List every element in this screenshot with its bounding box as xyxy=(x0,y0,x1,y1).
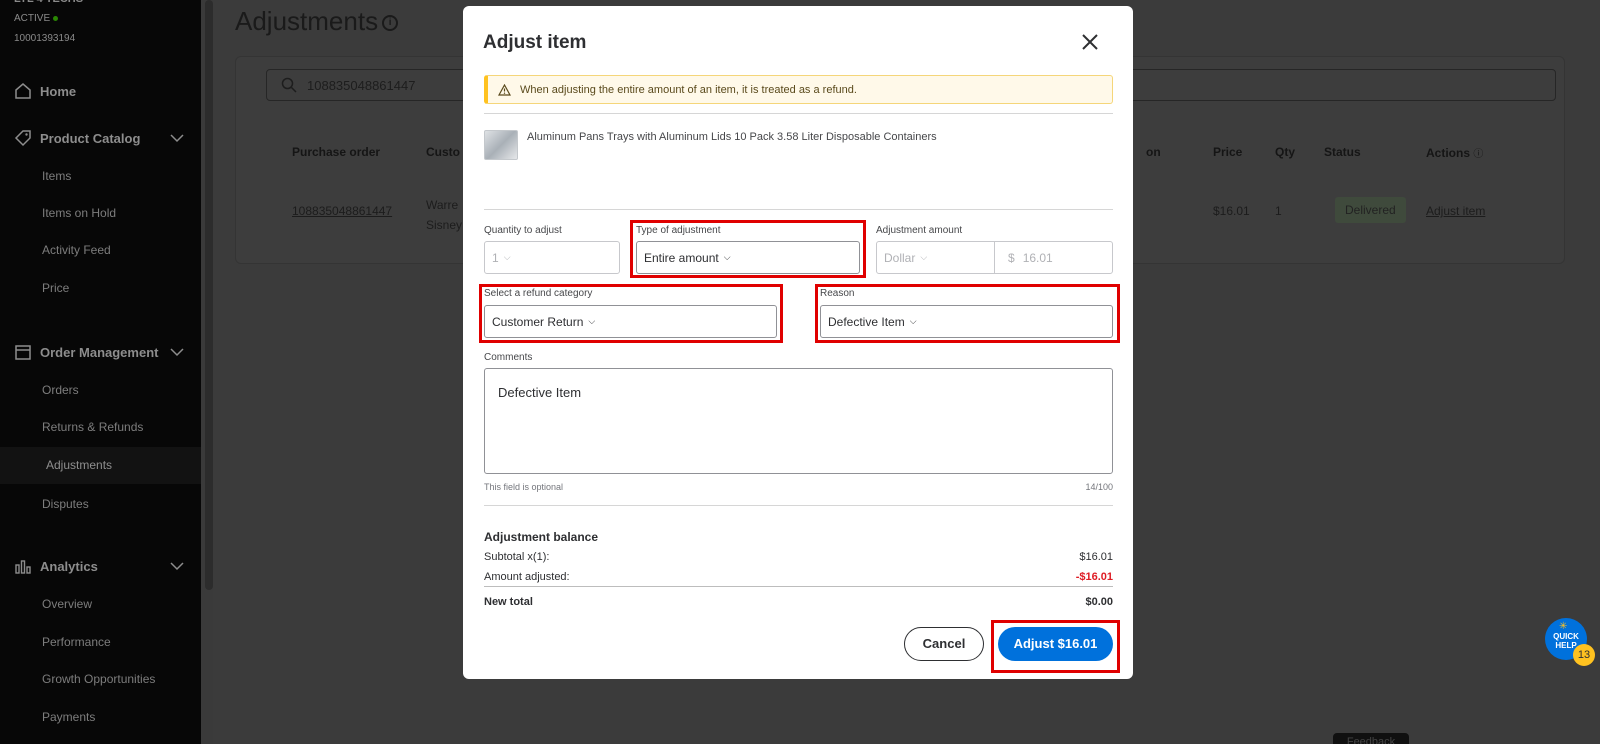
comments-hint: This field is optional xyxy=(484,482,564,492)
row-price: $16.01 xyxy=(1213,204,1250,218)
column-header-price: Price xyxy=(1213,145,1243,159)
nav-home[interactable]: Home xyxy=(14,82,192,100)
column-header-actions: Actions ⓘ xyxy=(1426,146,1484,160)
column-header-qty: Qty xyxy=(1275,145,1296,159)
chevron-down-icon xyxy=(170,134,184,143)
sidebar-item-activity-feed[interactable]: Activity Feed xyxy=(42,243,111,257)
info-icon[interactable]: ⓘ xyxy=(1473,149,1483,160)
product-image xyxy=(484,130,518,160)
account-name: LYL 4 TECHS xyxy=(14,0,83,9)
divider xyxy=(484,586,1113,587)
amount-unit-select[interactable]: Dollar ⌵ xyxy=(876,241,995,274)
sidebar-item-items[interactable]: Items xyxy=(42,169,71,183)
column-header-customer: Custo xyxy=(426,145,460,159)
sidebar-item-orders[interactable]: Orders xyxy=(42,383,79,397)
close-icon[interactable] xyxy=(1078,30,1102,54)
sidebar-item-items-on-hold[interactable]: Items on Hold xyxy=(42,206,116,220)
search-value: 108835048861447 xyxy=(307,77,416,93)
account-info: LYL 4 TECHS ACTIVE 10001393194 xyxy=(14,0,83,49)
new-total-label: New total xyxy=(484,596,533,608)
customer-name: Warre Sisney xyxy=(426,198,463,232)
tag-icon xyxy=(14,130,31,147)
nav-order-management[interactable]: Order Management xyxy=(14,343,192,361)
cancel-button[interactable]: Cancel xyxy=(904,627,984,661)
page-title-text: Adjustments xyxy=(235,6,379,36)
quantity-select[interactable]: 1 ⌵ xyxy=(484,241,620,274)
highlight-box xyxy=(991,620,1120,673)
quantity-value: 1 xyxy=(492,250,499,265)
adjust-item-link[interactable]: Adjust item xyxy=(1426,204,1485,218)
modal-title: Adjust item xyxy=(483,32,587,53)
nav-product-catalog[interactable]: Product Catalog xyxy=(14,129,192,147)
status-badge: Delivered xyxy=(1335,197,1406,223)
column-header-status: Status xyxy=(1324,145,1361,159)
sidebar-item-returns-refunds[interactable]: Returns & Refunds xyxy=(42,420,143,434)
column-header-reason: on xyxy=(1146,145,1161,159)
sidebar-item-payments[interactable]: Payments xyxy=(42,710,95,724)
sidebar-scrollbar[interactable] xyxy=(205,0,213,590)
nav-analytics-label: Analytics xyxy=(40,558,98,574)
nav-order-management-label: Order Management xyxy=(40,344,159,360)
row-qty: 1 xyxy=(1275,204,1282,218)
adjust-item-modal: Adjust item When adjusting the entire am… xyxy=(463,6,1133,679)
sidebar-item-disputes[interactable]: Disputes xyxy=(42,497,89,511)
purchase-order-link[interactable]: 108835048861447 xyxy=(292,204,392,218)
subtotal-label: Subtotal x(1): xyxy=(484,551,550,563)
alert-text: When adjusting the entire amount of an i… xyxy=(520,83,857,96)
quantity-label: Quantity to adjust xyxy=(484,225,562,236)
sidebar-item-performance[interactable]: Performance xyxy=(42,635,111,649)
new-total-value: $0.00 xyxy=(1085,596,1113,608)
amount-unit: Dollar xyxy=(884,250,916,265)
chevron-down-icon xyxy=(170,562,184,571)
info-icon[interactable]: i xyxy=(382,15,399,32)
subtotal-value: $16.01 xyxy=(1079,551,1113,563)
amount-adjusted-value: -$16.01 xyxy=(1075,571,1113,583)
amount-adjusted-label: Amount adjusted: xyxy=(484,571,570,583)
calendar-icon xyxy=(15,345,31,360)
quick-help-label: QUICK xyxy=(1553,632,1579,641)
balance-title: Adjustment balance xyxy=(484,530,599,544)
highlight-box xyxy=(630,220,866,278)
sidebar-item-adjustments[interactable]: Adjustments xyxy=(0,447,201,484)
sidebar: LYL 4 TECHS ACTIVE 10001393194 Home Prod… xyxy=(0,0,201,744)
home-icon xyxy=(15,83,31,99)
sidebar-item-growth-opportunities[interactable]: Growth Opportunities xyxy=(42,672,155,686)
comments-textarea[interactable]: Defective Item xyxy=(484,368,1113,474)
comments-count: 14/100 xyxy=(1085,482,1113,492)
page-title: Adjustments i xyxy=(235,6,399,37)
highlight-box xyxy=(479,284,783,343)
account-status: ACTIVE xyxy=(14,13,51,24)
spark-icon: ✳ xyxy=(1559,621,1568,632)
account-id: 10001393194 xyxy=(14,33,76,44)
quick-help-badge: 13 xyxy=(1573,644,1595,666)
amount-currency: $ xyxy=(1008,250,1015,265)
nav-analytics[interactable]: Analytics xyxy=(14,557,192,575)
divider xyxy=(484,209,1113,210)
chevron-down-icon xyxy=(170,348,184,357)
sidebar-item-price[interactable]: Price xyxy=(42,281,69,295)
amount-value: 16.01 xyxy=(1022,250,1053,265)
adjustment-amount-label: Adjustment amount xyxy=(876,225,963,236)
divider xyxy=(484,505,1113,506)
sidebar-item-overview[interactable]: Overview xyxy=(42,597,92,611)
nav-home-label: Home xyxy=(40,83,77,99)
chevron-down-icon: ⌵ xyxy=(503,252,511,262)
column-header-purchase-order: Purchase order xyxy=(292,145,381,159)
search-icon xyxy=(281,77,297,93)
product-name: Aluminum Pans Trays with Aluminum Lids 1… xyxy=(527,131,937,143)
feedback-button[interactable]: Feedback xyxy=(1333,733,1409,744)
bar-chart-icon xyxy=(15,560,31,574)
chevron-down-icon: ⌵ xyxy=(920,252,928,262)
amount-input[interactable]: $16.01 xyxy=(994,241,1113,274)
divider xyxy=(484,113,1113,114)
highlight-box xyxy=(815,284,1120,343)
refund-alert: When adjusting the entire amount of an i… xyxy=(484,75,1113,104)
status-dot-icon xyxy=(53,15,59,21)
warning-icon xyxy=(498,83,511,96)
comments-label: Comments xyxy=(484,352,533,363)
nav-product-catalog-label: Product Catalog xyxy=(40,130,141,146)
